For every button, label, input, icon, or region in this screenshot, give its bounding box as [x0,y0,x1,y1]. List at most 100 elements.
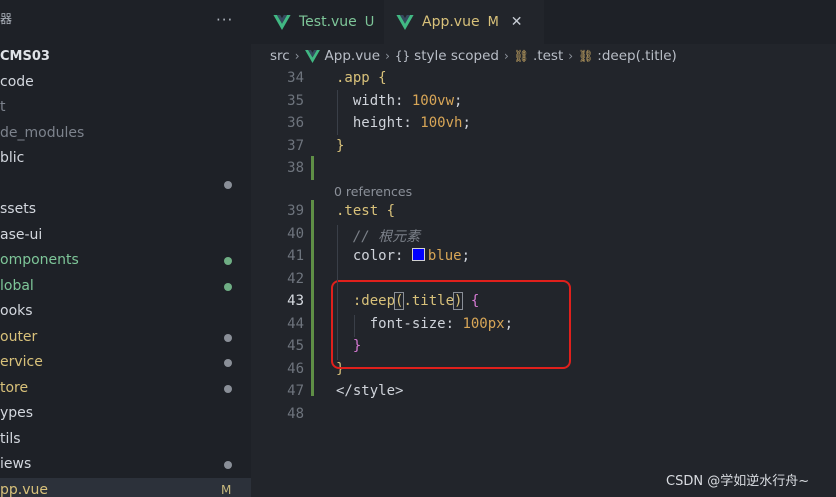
line-number: 44 [287,315,304,332]
breadcrumb-item[interactable]: ⛓:deep(.title) [578,48,677,64]
line-number: 43 [287,293,304,309]
line-number: 46 [287,360,304,377]
color-value: blue [427,248,462,264]
code-token: .app [336,70,370,86]
tree-item[interactable]: ypes [0,401,251,427]
tree-item[interactable]: ssets [0,197,251,223]
breadcrumb-separator-icon: › [294,49,300,63]
indent-guide [354,315,355,337]
tree-item-label: pp.vue [0,481,48,497]
tree-item-label: blic [0,150,25,166]
tree-item[interactable]: outer [0,325,251,351]
tree-item[interactable]: tils [0,427,251,453]
code-line[interactable]: .test { [336,203,395,219]
annotation-highlight-box [331,280,571,369]
tab-label: App.vue [422,14,480,30]
tree-item-label: t [0,99,6,115]
line-number: 37 [287,137,304,154]
tree-item-label: ooks [0,303,33,319]
tree-item-label: outer [0,328,38,345]
file-tree: CMS03 code t de_modulesblic ssets ase-ui ompon… [0,44,251,497]
tree-item[interactable]: iews [0,452,251,478]
tree-item[interactable]: blic [0,146,251,172]
tree-item[interactable]: ervice [0,350,251,376]
code-line[interactable]: // 根元素 [336,226,420,246]
tree-item[interactable]: tore [0,376,251,402]
tree-item-label: tils [0,430,21,447]
vue-file-icon [396,14,414,30]
git-status-dot-icon [224,384,232,393]
tree-item[interactable]: t [0,95,251,121]
code-token: { [378,70,387,86]
tab-test-vue[interactable]: Test.vue U [261,0,391,44]
code-token: </style> [336,383,404,399]
tree-item[interactable]: pp.vue M [0,477,251,497]
breadcrumb-label: src [270,48,290,64]
line-number: 48 [287,405,304,422]
git-status-dot-icon [224,461,232,469]
git-change-bar [311,156,314,180]
tree-item[interactable]: ooks [0,299,251,325]
code-token: ; [462,115,471,131]
breadcrumb-item[interactable]: App.vue [304,48,380,64]
code-line[interactable]: height: 100vh; [336,115,471,131]
code-line[interactable]: </style> [336,383,403,399]
tree-item-label: omponents [0,252,79,268]
line-number: 39 [287,203,304,219]
code-editor[interactable]: 34 35 36 37 38 39 40 41 42 43 44 45 46 47 48 .app { wi… [251,68,836,497]
line-number: 34 [287,70,304,86]
indent-guide [337,225,338,360]
tree-item-label: ervice [0,354,43,370]
breadcrumb-item[interactable]: src [270,48,290,64]
tree-item[interactable]: CMS03 [0,44,251,70]
tree-item-label: ase-ui [0,226,43,243]
code-token: color: [336,248,412,264]
tree-item[interactable] [0,172,251,198]
line-number: 40 [287,225,304,242]
vue-file-icon [273,14,291,30]
breadcrumb-label: .test [533,48,564,64]
tree-item[interactable]: ase-ui [0,223,251,249]
code-token: ; [461,248,471,264]
line-number: 47 [287,383,304,399]
tree-item[interactable]: omponents [0,248,251,274]
code-line[interactable]: .app { [336,70,387,86]
tab-app-vue[interactable]: App.vue M ✕ [384,0,544,44]
code-token: ; [454,92,463,109]
tree-item[interactable]: de_modules [0,121,251,147]
line-number: 38 [287,160,304,176]
tree-item-label: ypes [0,405,34,421]
code-line[interactable]: color: blue; [336,248,470,264]
references-codelens[interactable]: 0 references [334,184,412,199]
tree-item-label: tore [0,379,29,396]
more-actions-icon[interactable]: ··· [216,11,233,29]
explorer-sidebar: 器 ··· CMS03 code t de_modulesblic ssets ase-u… [0,0,251,497]
close-icon[interactable]: ✕ [511,14,523,30]
breadcrumb-item[interactable]: ⛓ .test [514,48,563,64]
tree-item[interactable]: lobal [0,274,251,300]
git-status-dot-icon [224,257,232,265]
git-status-badge: U [364,14,375,30]
code-line[interactable]: } [336,138,344,154]
breadcrumb-separator-icon: › [385,49,390,63]
tree-item[interactable]: code [0,70,251,96]
git-status-dot-icon [224,359,232,367]
tree-item-label: CMS03 [0,49,50,64]
git-status-dot-icon [224,333,232,342]
git-change-bar [311,200,314,396]
breadcrumb-item[interactable]: {} style scoped [395,48,499,64]
color-swatch-icon[interactable] [411,248,425,261]
code-token: } [336,137,345,154]
breadcrumb: src › App.vue ›{} style scoped › ⛓ .test › ⛓:deep… [251,44,836,68]
git-status-dot-icon [224,282,232,291]
braces-icon: {} [394,49,411,63]
explorer-header: 器 ··· [0,0,251,44]
git-modified-badge: M [221,482,232,497]
git-status-dot-icon [224,180,232,189]
editor-tab-bar: Test.vue U App.vue M ✕ [251,0,836,44]
line-number: 36 [287,115,304,131]
breadcrumb-label: style scoped [414,48,499,64]
code-line[interactable]: width: 100vw; [336,92,463,109]
